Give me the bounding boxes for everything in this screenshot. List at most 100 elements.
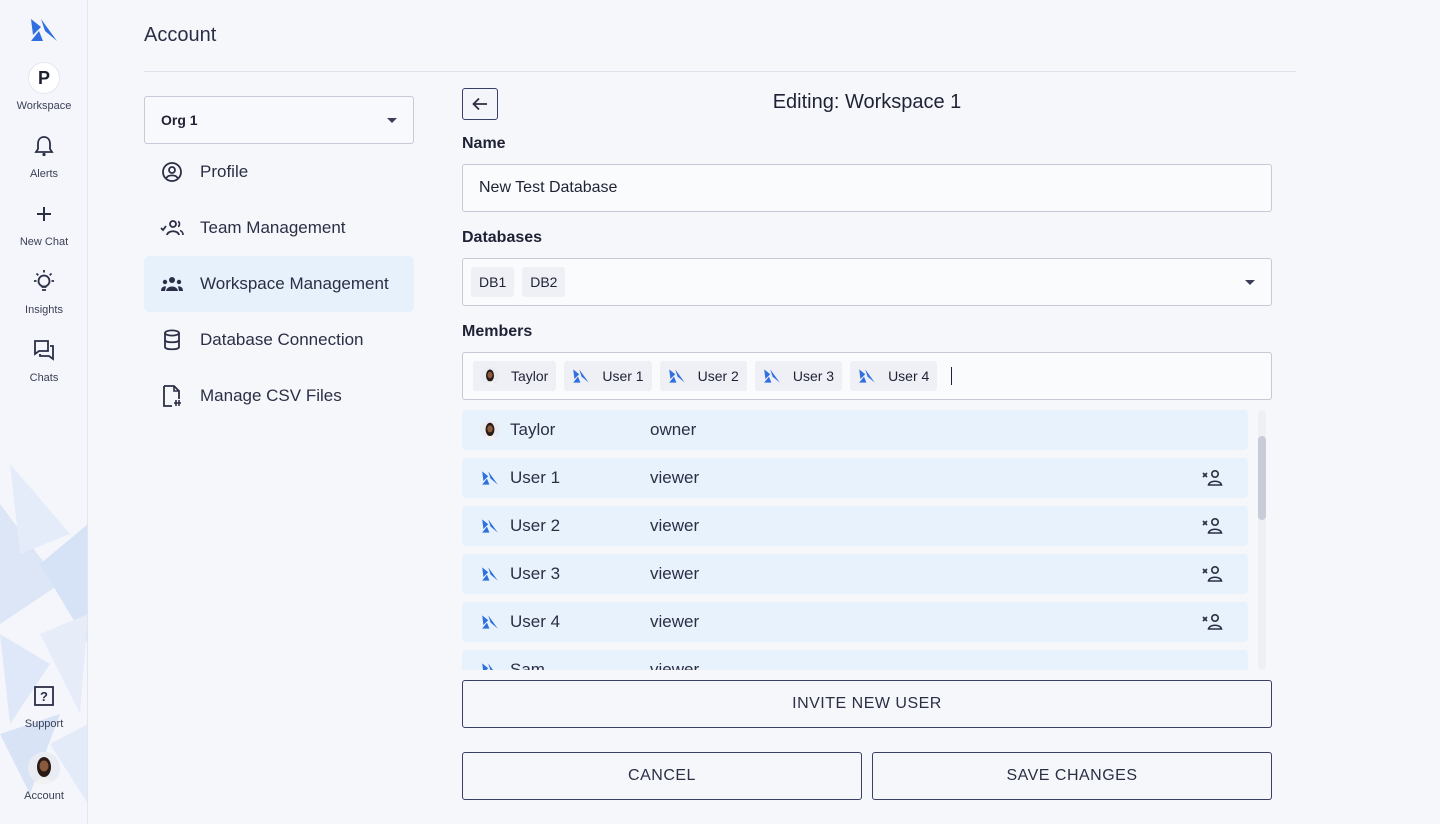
rail-new-chat-label: New Chat — [19, 236, 69, 248]
member-list[interactable]: Taylor owner User 1 viewer User 2 viewer… — [462, 410, 1262, 670]
member-name: User 2 — [510, 516, 561, 535]
menu-item-workspace-management-label: Workspace Management — [200, 274, 389, 293]
main-content: Account Org 1 Profile Team Management Wo… — [88, 0, 1440, 824]
menu-item-profile[interactable]: Profile — [144, 144, 414, 200]
rail-chats[interactable]: Chats — [0, 334, 87, 384]
brand-logo-icon — [572, 367, 590, 385]
member-chip-label: Taylor — [511, 368, 549, 384]
member-chip[interactable]: User 3 — [754, 361, 843, 391]
remove-user-icon[interactable] — [1202, 612, 1224, 632]
rail-alerts[interactable]: Alerts — [0, 130, 87, 180]
team-check-icon — [160, 216, 184, 240]
list-item[interactable]: User 1 viewer — [462, 458, 1248, 498]
brand-logo-icon — [858, 367, 876, 385]
member-role[interactable]: viewer — [650, 612, 699, 632]
database-chip[interactable]: DB1 — [471, 267, 515, 297]
member-name: User 4 — [510, 612, 561, 631]
member-chip-label: User 3 — [792, 368, 835, 384]
rail-account-label: Account — [24, 790, 64, 802]
list-item[interactable]: User 2 viewer — [462, 506, 1248, 546]
menu-item-manage-csv-files[interactable]: Manage CSV Files — [144, 368, 414, 424]
list-item[interactable]: User 4 viewer — [462, 602, 1248, 642]
database-chip[interactable]: DB2 — [522, 267, 566, 297]
databases-select[interactable]: DB1 DB2 — [462, 258, 1272, 306]
org-select[interactable]: Org 1 — [144, 96, 414, 144]
member-role[interactable]: viewer — [650, 516, 699, 536]
member-name: User 1 — [510, 468, 561, 487]
question-icon: ? — [28, 680, 60, 712]
left-rail: P Workspace Alerts New Chat Insights Cha… — [0, 0, 88, 824]
remove-user-icon[interactable] — [1202, 516, 1224, 536]
member-role[interactable]: owner — [650, 420, 696, 440]
member-role[interactable]: viewer — [650, 468, 699, 488]
member-role[interactable]: viewer — [650, 564, 699, 584]
name-input[interactable] — [463, 165, 1271, 211]
invite-new-user-button[interactable]: INVITE NEW USER — [462, 680, 1272, 728]
arrow-left-icon — [472, 97, 487, 111]
member-name: User 3 — [510, 564, 561, 583]
user-circle-icon — [160, 160, 184, 184]
member-chip-label: User 2 — [697, 368, 739, 384]
chevron-down-icon[interactable] — [1245, 280, 1255, 285]
name-field[interactable] — [462, 164, 1272, 212]
chevron-down-icon — [387, 117, 397, 123]
brand-logo-icon — [668, 367, 686, 385]
text-cursor — [951, 367, 953, 385]
member-chip[interactable]: User 1 — [564, 361, 652, 391]
menu-item-workspace-management[interactable]: Workspace Management — [144, 256, 414, 312]
rail-insights-label: Insights — [25, 304, 63, 316]
menu-item-database-connection[interactable]: Database Connection — [144, 312, 414, 368]
member-chip[interactable]: User 4 — [850, 361, 938, 391]
rail-support-label: Support — [24, 718, 64, 730]
members-label: Members — [462, 323, 533, 340]
database-icon — [160, 328, 184, 352]
rail-chats-label: Chats — [29, 372, 59, 384]
rail-workspace-label: Workspace — [16, 100, 72, 112]
brand-logo-icon — [480, 468, 500, 488]
list-item[interactable]: Sam viewer — [462, 650, 1248, 670]
brand-logo-icon — [480, 660, 500, 670]
rail-new-chat[interactable]: New Chat — [0, 198, 87, 248]
menu-item-team-management[interactable]: Team Management — [144, 200, 414, 256]
scrollbar-thumb[interactable] — [1258, 436, 1266, 520]
member-name: Taylor — [510, 420, 556, 439]
lightbulb-icon — [28, 266, 60, 298]
member-chip[interactable]: User 2 — [659, 361, 747, 391]
workspace-avatar: P — [28, 62, 60, 94]
chat-bubbles-icon — [28, 334, 60, 366]
remove-user-icon[interactable] — [1202, 468, 1224, 488]
databases-label: Databases — [462, 229, 543, 246]
rail-insights[interactable]: Insights — [0, 266, 87, 316]
rail-account[interactable]: Account — [0, 752, 87, 802]
rail-support[interactable]: ? Support — [0, 680, 87, 730]
member-chip-label: User 1 — [602, 368, 644, 384]
save-changes-button[interactable]: SAVE CHANGES — [872, 752, 1272, 800]
name-label: Name — [462, 135, 506, 152]
user-avatar — [28, 752, 60, 784]
editor-title: Editing: Workspace 1 — [772, 91, 962, 113]
remove-user-icon[interactable] — [1202, 564, 1224, 584]
back-button[interactable] — [462, 88, 498, 120]
brand-logo-icon — [763, 367, 781, 385]
member-name: Sam — [510, 660, 545, 670]
member-role[interactable]: viewer — [650, 660, 699, 670]
list-item[interactable]: Taylor owner — [462, 410, 1248, 450]
brand-logo-icon — [480, 612, 500, 632]
page-title: Account — [144, 24, 217, 46]
brand-logo-icon[interactable] — [29, 17, 59, 43]
menu-item-profile-label: Profile — [200, 162, 249, 181]
rail-workspace[interactable]: P Workspace — [0, 62, 87, 112]
brand-logo-icon — [480, 564, 500, 584]
list-item[interactable]: User 3 viewer — [462, 554, 1248, 594]
cancel-button[interactable]: CANCEL — [462, 752, 862, 800]
user-avatar — [480, 420, 500, 440]
org-select-value: Org 1 — [161, 112, 198, 128]
menu-item-team-management-label: Team Management — [200, 218, 346, 237]
bell-icon — [28, 130, 60, 162]
csv-file-icon — [160, 384, 184, 408]
member-chip[interactable]: Taylor — [473, 361, 557, 391]
menu-item-database-connection-label: Database Connection — [200, 330, 364, 349]
brand-logo-icon — [480, 516, 500, 536]
user-avatar — [481, 367, 499, 385]
members-input[interactable]: Taylor User 1 User 2 User 3 User 4 — [462, 352, 1272, 400]
